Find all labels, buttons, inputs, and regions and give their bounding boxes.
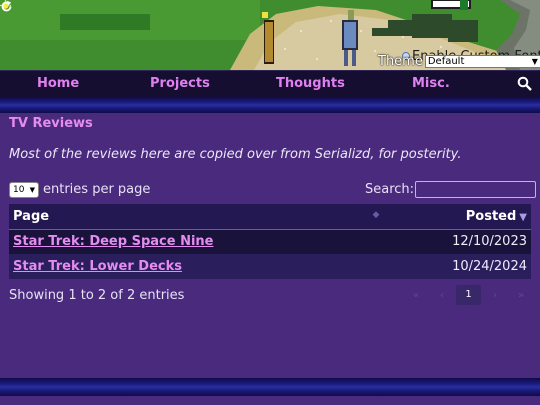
column-header-posted-label: Posted — [465, 208, 517, 224]
search-icon[interactable] — [517, 76, 532, 91]
first-page-button[interactable]: « — [403, 290, 429, 301]
entries-per-page-label: entries per page — [43, 182, 151, 197]
entries-per-page: 10 ▼ entries per page — [9, 181, 150, 198]
refresh-icon[interactable] — [0, 0, 13, 13]
main-nav: Home Projects Thoughts Misc. — [0, 70, 540, 97]
entries-per-page-select[interactable]: 10 ▼ — [9, 181, 39, 198]
nav-item-misc[interactable]: Misc. — [412, 76, 450, 91]
sort-descending-icon: ▼ — [519, 211, 527, 223]
intro-text: Most of the reviews here are copied over… — [9, 147, 462, 162]
next-page-button[interactable]: › — [482, 290, 508, 301]
search-label: Search: — [365, 182, 415, 197]
table-cell-page: Star Trek: Lower Decks — [9, 254, 383, 279]
last-page-button[interactable]: » — [508, 290, 534, 301]
table-info: Showing 1 to 2 of 2 entries — [9, 288, 185, 303]
table-row: Star Trek: Lower Decks 10/24/2024 — [9, 254, 531, 279]
header-banner: Enable Custom Fonts Theme Default ▼ — [0, 0, 540, 70]
page-1-button[interactable]: 1 — [456, 285, 481, 305]
table-cell-page: Star Trek: Deep Space Nine — [9, 229, 383, 254]
table-row: Star Trek: Deep Space Nine 12/10/2023 — [9, 229, 531, 254]
column-header-posted[interactable]: Posted ▼ — [382, 204, 531, 230]
previous-page-button[interactable]: ‹ — [429, 290, 455, 301]
column-header-page[interactable]: Page ◆ — [9, 204, 383, 230]
table-header-row: Page ◆ Posted ▼ — [9, 204, 531, 230]
page-title: TV Reviews — [9, 116, 93, 131]
theme-label: Theme — [378, 53, 423, 69]
review-link[interactable]: Star Trek: Lower Decks — [13, 259, 182, 274]
table-cell-posted: 10/24/2024 — [382, 254, 531, 279]
nav-item-thoughts[interactable]: Thoughts — [276, 76, 345, 91]
nav-item-projects[interactable]: Projects — [150, 76, 210, 91]
chevron-down-icon: ▼ — [531, 56, 538, 66]
reviews-table: Page ◆ Posted ▼ Star Trek: Deep Space Nin… — [9, 204, 531, 279]
theme-row: Theme Default ▼ — [378, 53, 540, 69]
table-search: Search: — [365, 181, 537, 198]
search-input[interactable] — [415, 181, 537, 198]
entries-per-page-value: 10 — [13, 184, 25, 195]
footer-glow-divider — [0, 378, 540, 396]
column-header-page-label: Page — [13, 208, 50, 224]
table-cell-posted: 12/10/2023 — [382, 229, 531, 254]
theme-select[interactable]: Default ▼ — [424, 54, 540, 68]
sort-icon: ◆ — [372, 209, 380, 220]
review-link[interactable]: Star Trek: Deep Space Nine — [13, 234, 213, 249]
header-glow-divider — [0, 97, 540, 113]
theme-select-value: Default — [427, 55, 465, 67]
chevron-down-icon: ▼ — [29, 185, 35, 194]
nav-item-home[interactable]: Home — [37, 76, 79, 91]
pagination: « ‹ 1 › » — [403, 285, 534, 305]
